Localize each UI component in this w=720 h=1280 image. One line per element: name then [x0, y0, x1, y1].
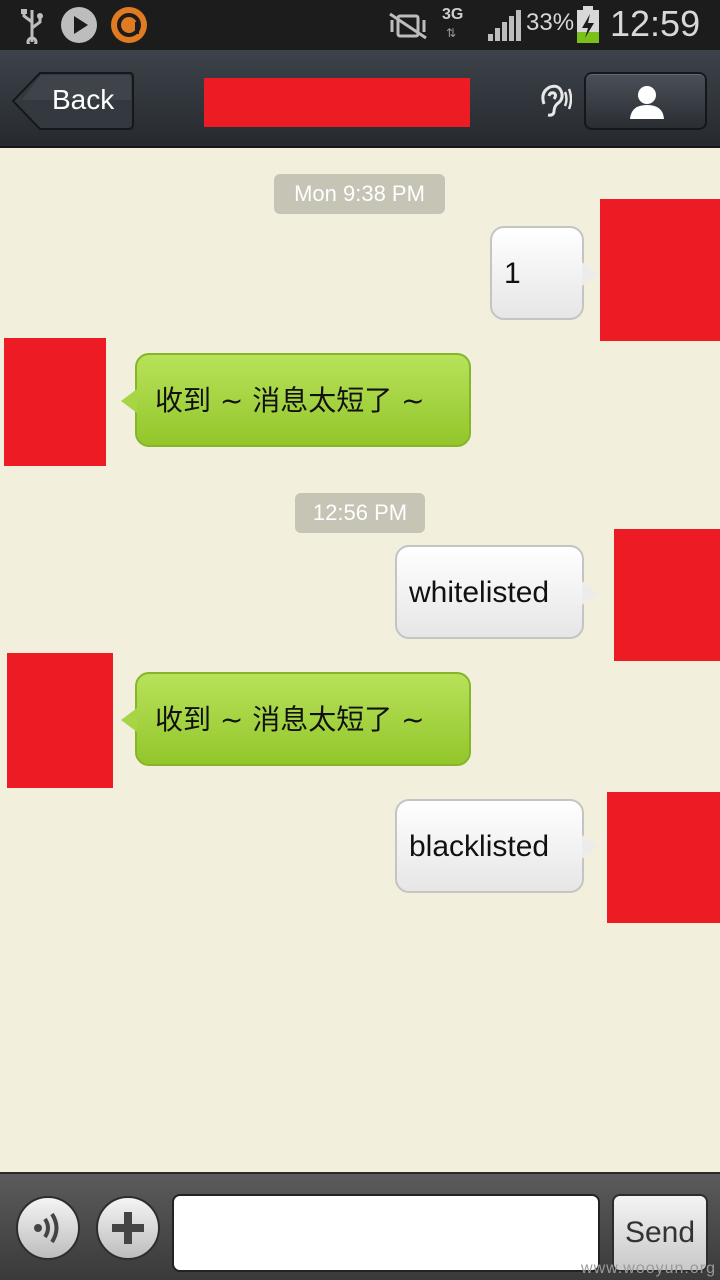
usb-icon — [18, 8, 46, 48]
signal-strength-icon — [486, 10, 522, 46]
contact-profile-button[interactable] — [584, 72, 707, 130]
battery-percent: 33% — [526, 9, 575, 36]
play-store-icon — [60, 6, 98, 48]
incoming-message-bubble[interactable]: 收到 ~ 消息太短了 ~ — [121, 353, 471, 447]
message-text: 收到 ~ 消息太短了 ~ — [155, 703, 425, 736]
my-avatar-redacted[interactable] — [607, 792, 720, 923]
voice-wave-icon — [34, 1212, 59, 1244]
app-notification-icon — [110, 6, 148, 48]
message-input[interactable] — [172, 1194, 600, 1272]
battery-charging-icon — [576, 6, 600, 48]
contact-avatar-redacted[interactable] — [4, 338, 106, 466]
plus-icon — [112, 1212, 144, 1244]
back-button[interactable]: Back — [12, 72, 134, 130]
person-icon — [630, 86, 664, 119]
message-text: 1 — [504, 257, 521, 290]
my-avatar-redacted[interactable] — [614, 529, 720, 661]
voice-input-button[interactable] — [16, 1196, 80, 1260]
message-text: blacklisted — [409, 830, 550, 863]
message-text: 收到 ~ 消息太短了 ~ — [155, 384, 425, 417]
my-avatar-redacted[interactable] — [600, 199, 720, 341]
watermark: www.wooyun.org — [581, 1260, 716, 1277]
composer-bar: Send www.wooyun.org — [0, 1172, 720, 1280]
message-timestamp: Mon 9:38 PM — [274, 174, 445, 214]
contact-name-redacted — [204, 78, 470, 127]
data-activity-icon: ⇅ — [446, 26, 457, 40]
chat-header: Back — [0, 50, 720, 148]
status-clock: 12:59 — [610, 3, 701, 44]
vibrate-mute-icon — [388, 12, 428, 44]
status-bar: 3G ⇅ 33% 12:59 — [0, 0, 720, 50]
outgoing-message-bubble[interactable]: blacklisted — [395, 799, 598, 893]
incoming-message-bubble[interactable]: 收到 ~ 消息太短了 ~ — [121, 672, 471, 766]
back-label: Back — [52, 84, 115, 115]
network-type: 3G — [442, 6, 464, 23]
contact-avatar-redacted[interactable] — [7, 653, 113, 788]
outgoing-message-bubble[interactable]: 1 — [490, 226, 598, 320]
message-timestamp: 12:56 PM — [295, 493, 425, 533]
message-text: whitelisted — [409, 576, 550, 609]
earpiece-mode-icon — [536, 82, 573, 122]
outgoing-message-bubble[interactable]: whitelisted — [395, 545, 598, 639]
add-attachment-button[interactable] — [96, 1196, 160, 1260]
